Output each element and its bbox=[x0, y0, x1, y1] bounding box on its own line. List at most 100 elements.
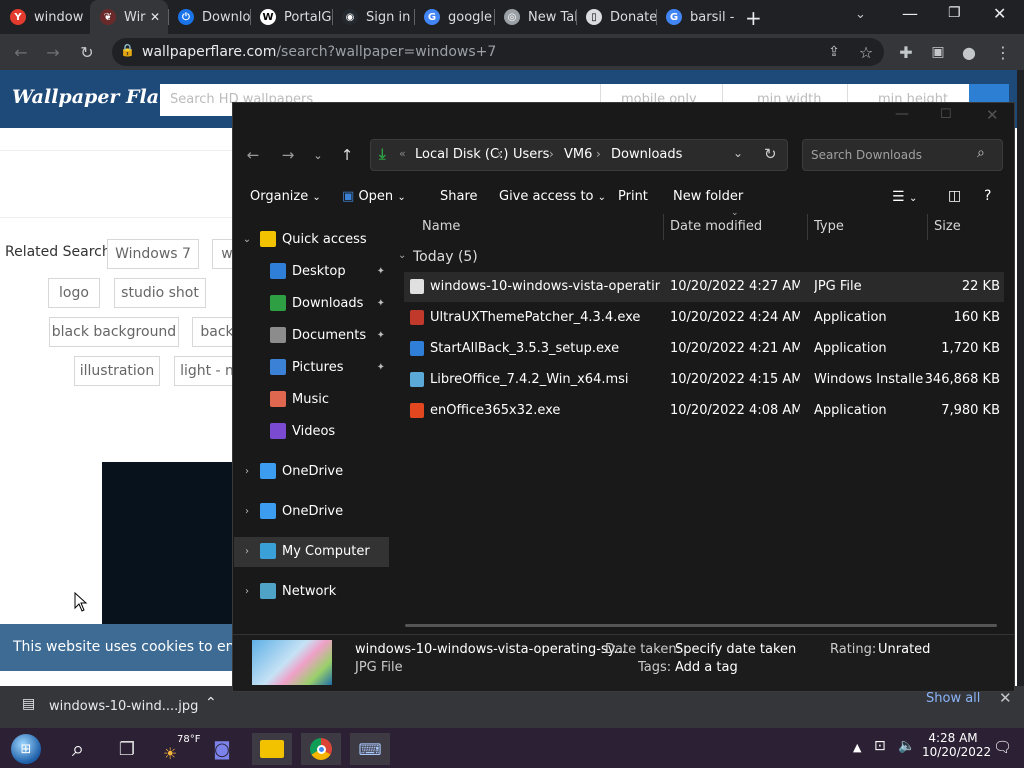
recent-locations-chevron-icon[interactable]: ⌄ bbox=[308, 145, 328, 165]
breadcrumb-local-disk[interactable]: Local Disk (C:) bbox=[415, 147, 508, 162]
view-list-icon[interactable]: ☰ ⌄ bbox=[892, 189, 917, 205]
close-tab-icon[interactable]: ✕ bbox=[150, 10, 160, 24]
chip-illustration[interactable]: illustration bbox=[74, 356, 160, 386]
explorer-maximize-button[interactable]: ☐ bbox=[940, 107, 952, 122]
extensions-puzzle-icon[interactable]: ✚ bbox=[895, 41, 917, 63]
preview-pane-icon[interactable]: ◫ bbox=[948, 188, 961, 204]
explorer-minimize-button[interactable]: — bbox=[895, 106, 909, 122]
weather-widget[interactable]: ☀ 78°F bbox=[156, 733, 200, 765]
wallpaper-thumbnail[interactable] bbox=[102, 462, 234, 624]
column-name[interactable]: Name bbox=[422, 219, 460, 234]
nav-item[interactable]: › OneDrive bbox=[234, 496, 389, 526]
nav-item[interactable]: Pictures ✦ bbox=[234, 352, 389, 382]
tags-value[interactable]: Add a tag bbox=[675, 660, 738, 675]
refresh-icon[interactable]: ↻ bbox=[764, 145, 777, 163]
up-arrow-icon[interactable]: ↑ bbox=[337, 145, 357, 165]
browser-tab[interactable]: ▯ Donate bbox=[576, 0, 656, 34]
browser-tab[interactable]: ⏻ Downlo bbox=[168, 0, 250, 34]
teams-chat-icon[interactable]: ◙ bbox=[202, 733, 242, 765]
rating-value[interactable]: Unrated bbox=[878, 642, 930, 657]
search-icon[interactable]: ⌕ bbox=[58, 733, 98, 765]
share-icon[interactable]: ⇪ bbox=[823, 41, 845, 63]
new-tab-button[interactable]: + bbox=[745, 6, 762, 30]
side-panel-icon[interactable]: ▣ bbox=[927, 41, 949, 63]
explorer-search-input[interactable]: Search Downloads ⌕ bbox=[802, 139, 1003, 171]
profile-avatar-icon[interactable]: ● bbox=[958, 41, 980, 63]
nav-item[interactable]: Desktop ✦ bbox=[234, 256, 389, 286]
column-size[interactable]: Size bbox=[934, 219, 961, 234]
site-logo[interactable]: Wallpaper Flare bbox=[12, 86, 181, 108]
close-browser-button[interactable]: ✕ bbox=[993, 4, 1006, 23]
nav-expand-chevron-icon[interactable]: › bbox=[234, 466, 260, 477]
volume-icon[interactable]: 🔈 bbox=[898, 738, 915, 754]
column-date-modified[interactable]: Date modified bbox=[670, 219, 762, 234]
file-row[interactable]: LibreOffice_7.4.2_Win_x64.msi 10/20/2022 … bbox=[404, 365, 1004, 395]
browser-tab[interactable]: Gbarsil - bbox=[656, 0, 736, 34]
browser-tab[interactable]: ❦ Wir ✕ bbox=[90, 0, 168, 34]
task-view-icon[interactable]: ❐ bbox=[107, 733, 147, 765]
file-row[interactable]: StartAllBack_3.5.3_setup.exe 10/20/2022 4… bbox=[404, 334, 1004, 364]
notification-icon[interactable]: 🗨 bbox=[993, 738, 1012, 756]
nav-item[interactable]: Documents ✦ bbox=[234, 320, 389, 350]
nav-expand-chevron-icon[interactable]: › bbox=[234, 546, 260, 557]
breadcrumb-users[interactable]: Users bbox=[513, 147, 549, 162]
nav-item[interactable]: Videos bbox=[234, 416, 389, 446]
open-button[interactable]: ▣ Open ⌄ bbox=[342, 189, 406, 204]
file-explorer-taskbar-icon[interactable] bbox=[252, 733, 292, 765]
chip-windows-7[interactable]: Windows 7 bbox=[107, 239, 199, 269]
chevron-up-icon[interactable]: ⌃ bbox=[205, 695, 217, 711]
browser-tab[interactable]: ◉ Sign in bbox=[332, 0, 414, 34]
nav-expand-chevron-icon[interactable]: ⌄ bbox=[234, 234, 260, 245]
chip-studio-shot[interactable]: studio shot bbox=[114, 278, 206, 308]
back-arrow-icon[interactable]: ← bbox=[10, 41, 32, 63]
share-button[interactable]: Share bbox=[440, 189, 478, 204]
file-row[interactable]: UltraUXThemePatcher_4.3.4.exe 10/20/2022 … bbox=[404, 303, 1004, 333]
nav-expand-chevron-icon[interactable]: › bbox=[234, 586, 260, 597]
start-button[interactable]: ⊞ bbox=[6, 733, 46, 765]
bookmark-star-icon[interactable]: ☆ bbox=[855, 41, 877, 63]
nav-item[interactable]: › OneDrive bbox=[234, 456, 389, 486]
nav-item[interactable]: Downloads ✦ bbox=[234, 288, 389, 318]
browser-menu-icon[interactable]: ⋮ bbox=[992, 41, 1014, 63]
print-button[interactable]: Print bbox=[618, 189, 648, 204]
group-collapse-chevron-icon[interactable]: ⌄ bbox=[398, 250, 406, 261]
address-bar[interactable]: 🔒 wallpaperflare.com/search?wallpaper=wi… bbox=[112, 38, 884, 66]
network-icon[interactable]: ⊡ bbox=[874, 738, 886, 754]
minimize-browser-button[interactable]: — bbox=[902, 4, 918, 23]
forward-arrow-icon[interactable]: → bbox=[42, 41, 64, 63]
breadcrumb-downloads[interactable]: Downloads bbox=[611, 147, 682, 162]
help-icon[interactable]: ? bbox=[984, 188, 991, 204]
horizontal-scrollbar[interactable] bbox=[405, 624, 997, 627]
give-access-button[interactable]: Give access to ⌄ bbox=[499, 189, 606, 204]
explorer-forward-arrow-icon[interactable]: → bbox=[278, 145, 298, 165]
group-header-today[interactable]: Today (5) bbox=[413, 249, 478, 265]
nav-item[interactable]: ⌄ Quick access bbox=[234, 224, 389, 254]
new-folder-button[interactable]: New folder bbox=[673, 189, 743, 204]
tab-search-icon[interactable]: ⌄ bbox=[855, 7, 866, 22]
download-item[interactable]: windows-10-wind....jpg bbox=[49, 699, 198, 714]
address-dropdown-chevron-icon[interactable]: ⌄ bbox=[733, 146, 743, 160]
file-row[interactable]: windows-10-windows-vista-operating-sy...… bbox=[404, 272, 1004, 302]
browser-tab[interactable]: W PortalG bbox=[250, 0, 332, 34]
column-type[interactable]: Type bbox=[814, 219, 844, 234]
system-clock[interactable]: 4:28 AM 10/20/2022 bbox=[922, 731, 991, 759]
chip-light[interactable]: light - n bbox=[174, 356, 240, 386]
breadcrumb-vm6[interactable]: VM6 bbox=[564, 147, 592, 162]
chip-black-background[interactable]: black background bbox=[49, 317, 179, 347]
chrome-taskbar-icon[interactable] bbox=[301, 733, 341, 765]
reload-icon[interactable]: ↻ bbox=[76, 41, 98, 63]
control-panel-taskbar-icon[interactable]: ⌨ bbox=[350, 733, 390, 765]
browser-tab[interactable]: ◎ New Tal bbox=[494, 0, 576, 34]
nav-item[interactable]: Music bbox=[234, 384, 389, 414]
restore-browser-button[interactable]: ❐ bbox=[948, 5, 961, 21]
show-hidden-icons-chevron-icon[interactable]: ▲ bbox=[853, 741, 861, 754]
nav-item[interactable]: › Network bbox=[234, 576, 389, 606]
explorer-address-bar[interactable]: ⤓ « Local Disk (C:) › Users › VM6 › Down… bbox=[370, 139, 788, 171]
nav-item[interactable]: › My Computer bbox=[234, 536, 389, 566]
chip-logo[interactable]: logo bbox=[48, 278, 100, 308]
organize-button[interactable]: Organize ⌄ bbox=[250, 189, 321, 204]
file-row[interactable]: enOffice365x32.exe 10/20/2022 4:08 AM Appl… bbox=[404, 396, 1004, 426]
date-taken-value[interactable]: Specify date taken bbox=[675, 642, 796, 657]
explorer-back-arrow-icon[interactable]: ← bbox=[243, 145, 263, 165]
browser-tab[interactable]: Ywindow bbox=[0, 0, 84, 34]
